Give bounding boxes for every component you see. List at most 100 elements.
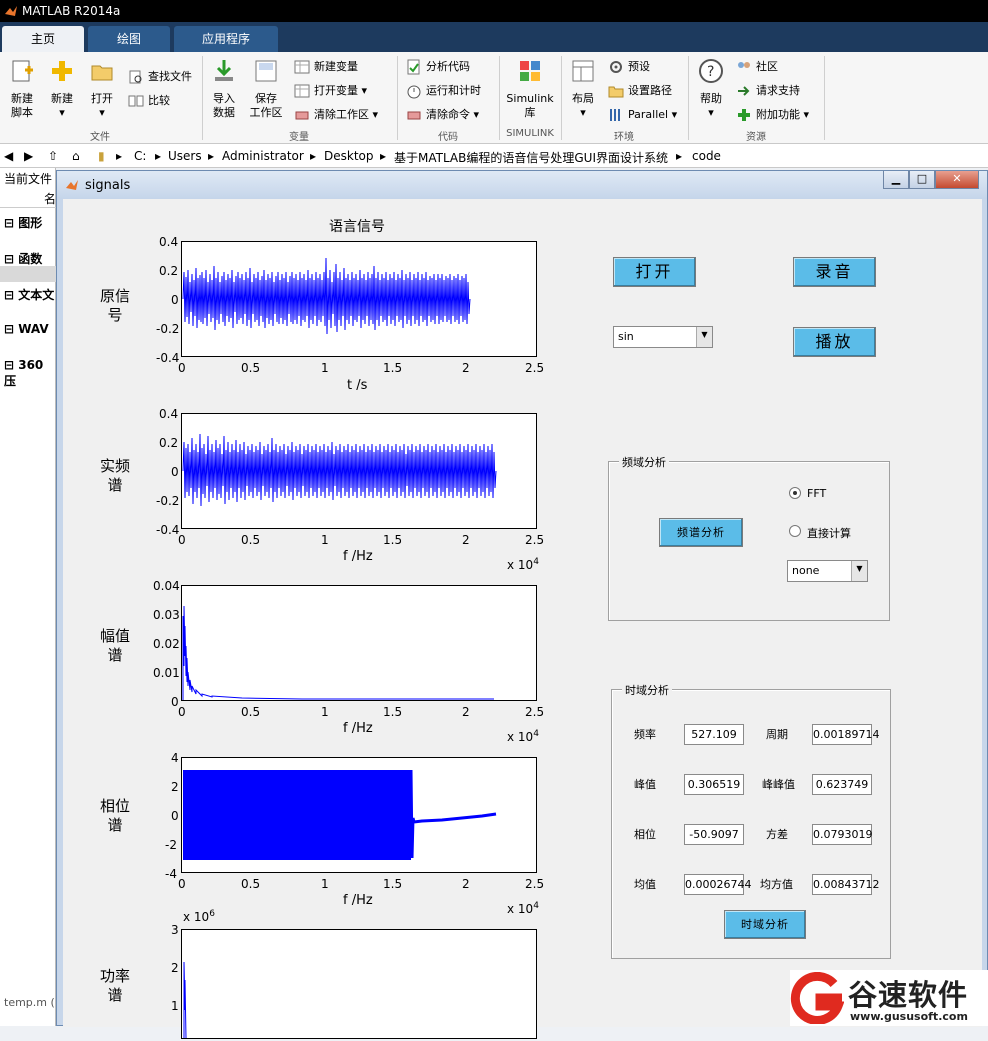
community-button[interactable]: 社区 [736,58,778,76]
signal-select[interactable]: sin ▼ [613,326,713,348]
mean-label: 均值 [634,878,656,891]
addons-label: 附加功能 [756,108,800,121]
layout-label: 布局 [572,92,594,105]
open-label: 打开 [91,92,113,105]
p2p-label: 峰峰值 [762,778,795,791]
back-arrow-icon[interactable]: ◀ [4,149,13,163]
spectrum-analysis-button[interactable]: 频谱分析 [659,518,743,547]
window-select[interactable]: none ▼ [787,560,868,582]
tab-home[interactable]: 主页 [2,26,84,52]
layout-button[interactable]: 布局 ▾ [566,58,600,120]
open-variable-button[interactable]: 打开变量 ▾ [294,82,367,100]
browse-folder-icon[interactable]: ⌂ [72,149,80,163]
open-button[interactable]: 打开 ▾ [86,58,118,120]
folder-group-text[interactable]: ⊟ 文本文 [4,286,54,303]
tab-plots[interactable]: 绘图 [88,26,170,52]
direct-calc-radio[interactable]: 直接计算 [789,525,851,541]
clear-workspace-button[interactable]: 清除工作区 ▾ [294,106,378,124]
y-tick: 1 [171,999,179,1013]
up-folder-icon[interactable]: ⇧ [48,149,58,163]
plot3-axes[interactable] [181,585,537,701]
run-and-time-button[interactable]: 运行和计时 [406,82,481,100]
plus-icon [738,109,750,121]
find-files-icon [129,70,142,84]
parallel-label: Parallel [628,108,669,121]
path-segment-admin[interactable]: Administrator [222,149,304,163]
simulink-library-button[interactable]: Simulink 库 [504,58,556,120]
name-column-header[interactable]: 名 [0,190,56,208]
p2p-field[interactable]: 0.623749 [812,774,872,795]
eraser-icon [407,111,421,120]
plot1-axes[interactable] [181,241,537,357]
preferences-label: 预设 [628,60,650,73]
path-sep-icon: ▸ [155,149,162,163]
clear-commands-button[interactable]: 清除命令 ▾ [406,106,479,124]
compare-button[interactable]: 比较 [128,92,170,110]
find-files-button[interactable]: 查找文件 [128,68,192,86]
y-tick: 0 [171,809,179,823]
x-tick: 0.5 [241,533,261,547]
addons-button[interactable]: 附加功能 ▾ [736,106,809,124]
close-icon[interactable]: ✕ [935,171,979,189]
open-file-button[interactable]: 打开 [613,257,696,287]
signals-window: signals ▁ □ ✕ 语言信号 原信 号 0.4 0.2 0 -0.2 -… [56,170,988,1039]
variance-field[interactable]: 0.0793019 [812,824,873,845]
path-segment-drive[interactable]: C: [134,149,146,163]
fft-radio[interactable]: FFT [789,487,826,500]
request-support-button[interactable]: 请求支持 [736,82,800,100]
parallel-button[interactable]: Parallel ▾ [608,106,677,124]
folder-group-360[interactable]: ⊟ 360压 [4,358,55,389]
find-files-label: 查找文件 [148,70,192,83]
mean-field[interactable]: 0.00026744 [684,874,751,895]
selected-file-row[interactable] [0,266,56,282]
x-scale-label: x 104 [507,729,539,744]
x-tick: 1.5 [383,705,403,719]
maximize-icon[interactable]: □ [909,171,935,189]
minimize-icon[interactable]: ▁ [883,171,909,189]
mean-square-field[interactable]: 0.00843712 [812,874,879,895]
preferences-button[interactable]: 预设 [608,58,650,76]
group-file-label: 文件 [90,132,110,143]
current-folder-bar[interactable]: ◀ ▶ ⇧ ⌂ ▮ ▸ C: ▸ Users ▸ Administrator ▸… [0,144,988,168]
import-button[interactable]: 导入 数据 [208,58,240,120]
path-segment-desktop[interactable]: Desktop [324,149,374,163]
watermark-logo: 谷速软件 www.gususoft.com [790,970,988,1026]
simulink-label: Simulink 库 [506,92,554,119]
plot4-axes[interactable] [181,757,537,873]
panel-header: 当前文件 [4,172,53,186]
plot2-axes[interactable] [181,413,537,529]
tab-apps[interactable]: 应用程序 [174,26,278,52]
plot1-signal [182,257,471,335]
folder-group-wav[interactable]: ⊟ WAV [4,322,49,336]
new-button[interactable]: 新建 ▾ [46,58,78,120]
folder-group-figures[interactable]: ⊟ 图形 [4,214,42,231]
forward-arrow-icon[interactable]: ▶ [24,149,33,163]
window-titlebar[interactable]: signals ▁ □ ✕ [57,171,987,199]
x-tick: 0.5 [241,877,261,891]
path-segment-users[interactable]: Users [168,149,202,163]
folder-group-functions[interactable]: ⊟ 函数 [4,250,42,267]
new-variable-button[interactable]: 新建变量 [294,58,358,76]
record-button[interactable]: 录音 [793,257,876,287]
import-icon [215,60,233,81]
peak-field[interactable]: 0.306519 [684,774,744,795]
y-tick: -0.4 [156,523,180,537]
help-button[interactable]: ? 帮助 ▾ [694,58,728,120]
request-support-label: 请求支持 [756,84,800,97]
path-segment-code[interactable]: code [692,149,721,163]
analyze-code-button[interactable]: 分析代码 [406,58,470,76]
set-path-button[interactable]: 设置路径 [608,82,672,100]
plot5-axes[interactable] [181,929,537,1039]
time-analysis-button[interactable]: 时域分析 [724,910,806,939]
save-workspace-button[interactable]: 保存 工作区 [246,58,286,120]
app-titlebar: MATLAB R2014a [0,0,988,22]
x-tick: 2 [462,705,470,719]
play-button[interactable]: 播放 [793,327,876,357]
folder-icon [91,65,113,81]
freq-field[interactable]: 527.109 [684,724,744,745]
matlab-logo-icon [66,180,78,190]
path-segment-project[interactable]: 基于MATLAB编程的语音信号处理GUI界面设计系统 [394,149,668,166]
phase-field[interactable]: -50.9097 [684,824,744,845]
new-script-button[interactable]: 新建 脚本 [6,58,38,120]
period-field[interactable]: 0.00189714 [812,724,879,745]
